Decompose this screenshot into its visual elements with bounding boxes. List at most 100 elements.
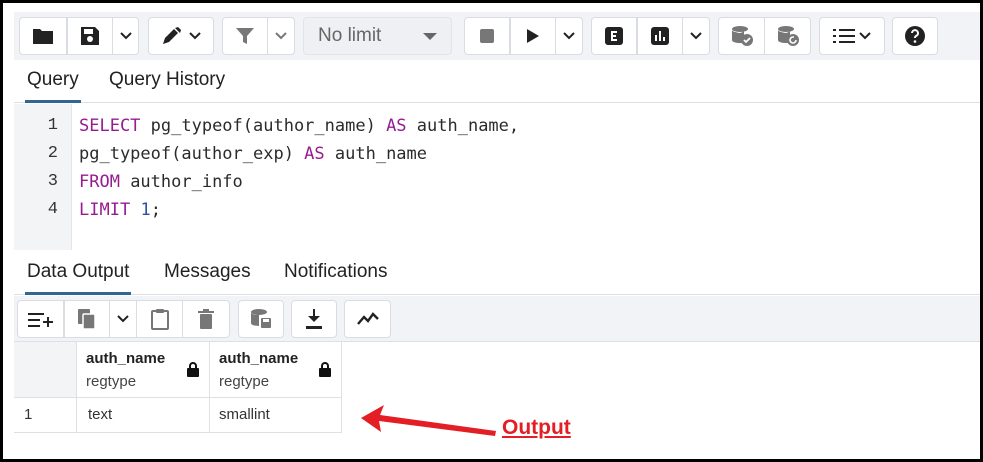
- chevron-down-icon: [189, 32, 201, 40]
- download-icon: [306, 309, 322, 329]
- list-icon: [833, 29, 855, 43]
- column-type: regtype: [219, 373, 270, 390]
- filter-icon: [236, 28, 254, 44]
- annotation-arrow: [361, 405, 496, 436]
- filter-button[interactable]: [222, 17, 268, 55]
- line-number: 2: [47, 144, 58, 163]
- sql-text: pg_typeof(author_exp): [79, 144, 305, 164]
- column-type: regtype: [86, 373, 137, 390]
- row-limit-value: No limit: [318, 25, 382, 46]
- explain-analyze-button[interactable]: [637, 17, 683, 55]
- sql-text: pg_typeof(author_name): [140, 116, 387, 136]
- tab-query[interactable]: Query: [25, 69, 81, 103]
- row-number-cell[interactable]: 1: [14, 398, 77, 433]
- db-save-icon: [251, 309, 271, 328]
- add-row-icon: [27, 313, 53, 327]
- column-name: auth_name: [86, 350, 166, 367]
- chevron-down-icon: [117, 315, 129, 323]
- sql-text: auth_name: [324, 144, 428, 164]
- code-line: pg_typeof(author_exp) AS auth_name: [79, 144, 427, 164]
- db-check-icon: [731, 26, 753, 46]
- sql-number: 1: [140, 200, 151, 220]
- save-data-button[interactable]: [238, 300, 284, 338]
- macros-button[interactable]: [819, 17, 885, 55]
- chevron-down-icon: [690, 32, 702, 40]
- stop-icon: [480, 29, 494, 43]
- paste-button[interactable]: [137, 300, 183, 338]
- folder-icon: [33, 29, 53, 44]
- sql-text: auth_name,: [406, 116, 520, 136]
- row-number: 1: [24, 406, 33, 423]
- code-line: FROM author_info: [79, 172, 243, 192]
- pencil-icon: [163, 27, 181, 44]
- stop-button[interactable]: [464, 17, 510, 55]
- execute-button[interactable]: [510, 17, 556, 55]
- filter-options-dropdown[interactable]: [268, 17, 295, 55]
- chevron-down-icon: [563, 32, 575, 40]
- copy-icon: [78, 309, 96, 330]
- save-options-dropdown[interactable]: [113, 17, 139, 55]
- lock-icon: [319, 362, 331, 377]
- copy-options-dropdown[interactable]: [110, 300, 137, 338]
- save-button[interactable]: [67, 17, 113, 55]
- explain-icon: [605, 27, 623, 45]
- play-icon: [527, 29, 539, 43]
- sql-keyword: AS: [386, 116, 407, 136]
- help-icon: [905, 26, 925, 46]
- output-tabs: Data Output Messages Notifications: [14, 255, 980, 295]
- code-line: SELECT pg_typeof(author_name) AS auth_na…: [79, 116, 519, 136]
- help-button[interactable]: [892, 17, 938, 55]
- main-toolbar: No limit: [14, 12, 980, 60]
- chevron-down-icon: [275, 32, 287, 40]
- lock-icon: [187, 362, 199, 377]
- save-icon: [81, 27, 99, 45]
- table-cell[interactable]: text: [77, 398, 210, 433]
- chevron-down-icon: [119, 32, 132, 40]
- row-limit-select[interactable]: No limit: [303, 17, 452, 55]
- annotation-label: Output: [502, 416, 571, 439]
- column-header[interactable]: auth_name regtype: [210, 342, 342, 398]
- code-line: LIMIT 1;: [79, 200, 161, 220]
- open-file-button[interactable]: [19, 17, 67, 55]
- add-row-button[interactable]: [17, 300, 64, 338]
- line-number-gutter: 1 2 3 4: [14, 104, 72, 250]
- sql-editor[interactable]: 1 2 3 4 SELECT pg_typeof(author_name) AS…: [14, 104, 980, 250]
- explain-button[interactable]: [591, 17, 637, 55]
- caret-down-icon: [423, 33, 437, 40]
- sql-text: author_info: [119, 172, 243, 192]
- line-number: 1: [47, 116, 58, 135]
- line-graph-icon: [356, 312, 379, 325]
- output-toolbar: [14, 296, 980, 342]
- tab-query-history[interactable]: Query History: [107, 69, 227, 103]
- line-number: 4: [47, 200, 58, 219]
- table-cell[interactable]: smallint: [210, 398, 342, 433]
- delete-button[interactable]: [183, 300, 230, 338]
- cell-value: text: [88, 406, 113, 423]
- pgadmin-query-tool: No limit Query Query History 1 2 3 4 SEL…: [0, 0, 983, 462]
- chevron-down-icon: [859, 32, 871, 40]
- execute-options-dropdown[interactable]: [556, 17, 583, 55]
- cell-value: smallint: [219, 406, 270, 423]
- sql-keyword: LIMIT: [79, 200, 131, 220]
- line-number: 3: [47, 172, 58, 191]
- tab-messages[interactable]: Messages: [162, 261, 253, 295]
- commit-button[interactable]: [718, 17, 765, 55]
- sql-keyword: FROM: [79, 172, 120, 192]
- db-undo-icon: [777, 26, 799, 46]
- sql-text: ;: [150, 200, 161, 220]
- explain-options-dropdown[interactable]: [683, 17, 710, 55]
- column-header[interactable]: auth_name regtype: [77, 342, 210, 398]
- sql-keyword: AS: [304, 144, 325, 164]
- edit-button[interactable]: [148, 17, 214, 55]
- graph-visualiser-button[interactable]: [344, 300, 391, 338]
- column-name: auth_name: [219, 350, 299, 367]
- download-button[interactable]: [291, 300, 337, 338]
- tab-notifications[interactable]: Notifications: [282, 261, 390, 295]
- chart-icon: [651, 27, 669, 45]
- copy-button[interactable]: [64, 300, 110, 338]
- trash-icon: [198, 309, 214, 329]
- tab-data-output[interactable]: Data Output: [25, 261, 132, 295]
- grid-corner[interactable]: [14, 342, 77, 398]
- rollback-button[interactable]: [765, 17, 811, 55]
